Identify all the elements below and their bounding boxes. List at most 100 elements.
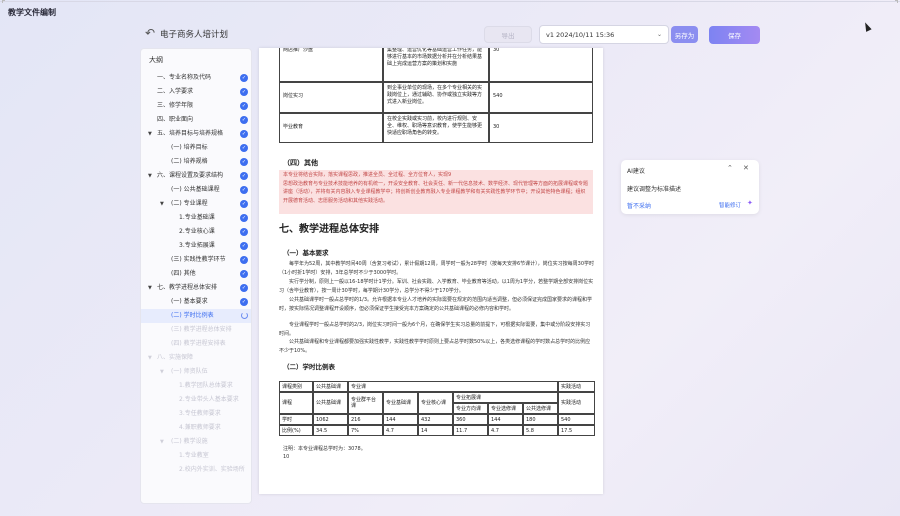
table-cell: 专业方向课: [453, 403, 488, 414]
check-icon: ✓: [240, 172, 248, 180]
window-corner: [2, 0, 5, 3]
table-cell: 公共基础课: [313, 381, 348, 392]
check-icon: ✓: [240, 242, 248, 250]
nav-item[interactable]: 四、职业面向 ✓: [141, 113, 251, 127]
nav-item[interactable]: 1.教学团队总体要求: [141, 379, 251, 393]
nav-item[interactable]: (四) 教学进程安排表: [141, 337, 251, 351]
check-icon: ✓: [240, 214, 248, 222]
table-cell: 课程类别: [279, 381, 313, 392]
back-arrow-icon[interactable]: ↶: [142, 25, 158, 41]
table-cell: 216: [348, 414, 383, 425]
check-icon: ✓: [240, 284, 248, 292]
chevron-up-icon[interactable]: ⌃: [727, 164, 733, 172]
nav-item[interactable]: ▼ (二) 专业课程 ✓: [141, 197, 251, 211]
check-icon: ✓: [240, 270, 248, 278]
check-icon: ✓: [240, 74, 248, 82]
reject-suggestion-link[interactable]: 暂不采纳: [627, 201, 651, 210]
doc-title: 电子商务人培计划: [160, 30, 229, 40]
nav-item[interactable]: 1.专业教室: [141, 449, 251, 463]
table-cell: 专业基础课: [383, 392, 418, 414]
nav-item[interactable]: 一、专业名称及代码 ✓: [141, 71, 251, 85]
check-icon: ✓: [240, 144, 248, 152]
ai-suggestion-panel: AI建议 ⌃ ✕ 建议调整为标准描述 暂不采纳 智能修订 ✦: [621, 160, 759, 214]
smart-revise-link[interactable]: 智能修订: [719, 201, 741, 209]
nav-item[interactable]: ▼ 七、教学进程总体安排 ✓: [141, 281, 251, 295]
table-cell: 课程: [279, 392, 313, 414]
check-icon: ✓: [240, 102, 248, 110]
nav-item[interactable]: 二、入学要求 ✓: [141, 85, 251, 99]
table-cell: 专业拓展课: [453, 392, 558, 403]
app-title: 教学文件编制: [8, 8, 56, 17]
close-icon[interactable]: ✕: [743, 164, 749, 172]
nav-item[interactable]: (二) 培养规格 ✓: [141, 155, 251, 169]
outline-sidebar: 大纲 一、专业名称及代码 ✓ 二、入学要求 ✓ 三、修学年限 ✓ 四、职业面向 ✓ ▼ 五…: [140, 48, 252, 504]
nav-item[interactable]: (三) 教学进程总体安排: [141, 323, 251, 337]
nav-item[interactable]: 3.专业拓展课 ✓: [141, 239, 251, 253]
check-icon: ✓: [240, 130, 248, 138]
table-cell: 集整理、运营优化等基础运营工作任务，能够进行基本的市场数据分析并在分析结果基础上…: [383, 48, 489, 82]
save-as-button[interactable]: 另存为: [671, 26, 698, 43]
note-text: 注明：本专业课程总学时为：3078。 10: [283, 445, 366, 461]
nav-item[interactable]: 2.专业带头人基本要求: [141, 393, 251, 407]
nav-item[interactable]: ▼ 五、培养目标与培养规格 ✓: [141, 127, 251, 141]
table-cell: 5.8: [523, 425, 558, 436]
caret-down-icon[interactable]: ▼: [160, 435, 164, 449]
nav-item[interactable]: (一) 公共基础课程 ✓: [141, 183, 251, 197]
check-icon: ✓: [240, 200, 248, 208]
table-cell: 30: [489, 113, 593, 143]
table-cell: 实践活动: [558, 392, 595, 414]
note-line: 注明：本专业课程总学时为：3078。: [283, 446, 366, 452]
table-cell: 在校企实践或实习前，校内进行规则、安全、维权、职场等意识教育，使学生能够更快适应…: [383, 113, 489, 143]
ai-highlight-text[interactable]: 本专业将结合实际，落实课程思政，推进全员、全过程、全方位育人，实现9 思想政治教…: [279, 170, 593, 214]
nav-item[interactable]: (三) 实践性教学环节 ✓: [141, 253, 251, 267]
caret-down-icon[interactable]: ▼: [148, 351, 152, 365]
ai-panel-title: AI建议: [627, 168, 645, 175]
nav-item[interactable]: 3.专任教师要求: [141, 407, 251, 421]
caret-down-icon[interactable]: ▼: [160, 365, 164, 379]
paragraph: 公共基础课学时一般占总学时的1/3。允许根据本专业人才培养的实际需要在规定的范围…: [279, 297, 593, 312]
table-cell: 专业群平台课: [348, 392, 383, 414]
table-cell: 30: [489, 48, 593, 82]
nav-item[interactable]: (一) 基本要求 ✓: [141, 295, 251, 309]
version-select[interactable]: v1 2024/10/11 15:36 ⌄: [539, 25, 669, 44]
table-cell: 公共基础课: [313, 392, 348, 414]
table-cell: 17.5: [558, 425, 595, 436]
check-icon: ✓: [240, 158, 248, 166]
nav-item[interactable]: 2.校内外实训、实验场所: [141, 463, 251, 477]
section-heading: （四）其他: [283, 159, 318, 167]
nav-item[interactable]: 三、修学年限 ✓: [141, 99, 251, 113]
table-cell: 到企事业单位的现场，在多个专业相关的实践岗位上，通过辅助、协作或独立实践等方式进…: [383, 82, 489, 113]
table-cell: 毕业教育: [279, 113, 383, 143]
check-icon: ✓: [240, 228, 248, 236]
nav-item[interactable]: ▼ (二) 教学设施: [141, 435, 251, 449]
caret-down-icon[interactable]: ▼: [148, 169, 152, 183]
check-icon: ✓: [240, 88, 248, 96]
nav-item[interactable]: ▼ 八、实施保障: [141, 351, 251, 365]
window-corner: [895, 0, 898, 3]
nav-item[interactable]: 1.专业基础课 ✓: [141, 211, 251, 225]
nav-item[interactable]: 4.兼职教师要求: [141, 421, 251, 435]
table-cell: 专业选修课: [488, 403, 523, 414]
check-icon: ✓: [240, 116, 248, 124]
nav-item[interactable]: ▼ (一) 师资队伍: [141, 365, 251, 379]
nav-item[interactable]: (一) 培养目标 ✓: [141, 141, 251, 155]
caret-down-icon[interactable]: ▼: [148, 281, 152, 295]
caret-down-icon[interactable]: ▼: [160, 197, 164, 211]
table-cell: 比例(%): [279, 425, 313, 436]
nav-item-active[interactable]: (二) 学时比例表: [141, 309, 251, 323]
nav-item[interactable]: ▼ 六、课程设置及要求结构 ✓: [141, 169, 251, 183]
nav-item[interactable]: (四) 其他 ✓: [141, 267, 251, 281]
export-button[interactable]: 导出: [484, 26, 532, 43]
outline-heading: 大纲: [149, 56, 163, 64]
section-heading: 七、教学进程总体安排: [279, 224, 379, 235]
table-cell: 网店推广沙盘: [279, 48, 383, 82]
save-button[interactable]: 保存: [709, 26, 760, 44]
version-value: v1 2024/10/11 15:36: [546, 30, 615, 39]
save-as-label: 另存为: [674, 31, 695, 40]
nav-item[interactable]: 2.专业核心课 ✓: [141, 225, 251, 239]
check-icon: ✓: [240, 256, 248, 264]
document-page[interactable]: 网店推广沙盘 集整理、运营优化等基础运营工作任务，能够进行基本的市场数据分析并在…: [259, 48, 603, 494]
paragraph: 专业课程学时一般占总学时的2/3，岗位实习时间一般为6个月，在确保学生实习总量的…: [279, 322, 591, 337]
mouse-cursor-icon: [862, 21, 872, 32]
caret-down-icon[interactable]: ▼: [148, 127, 152, 141]
